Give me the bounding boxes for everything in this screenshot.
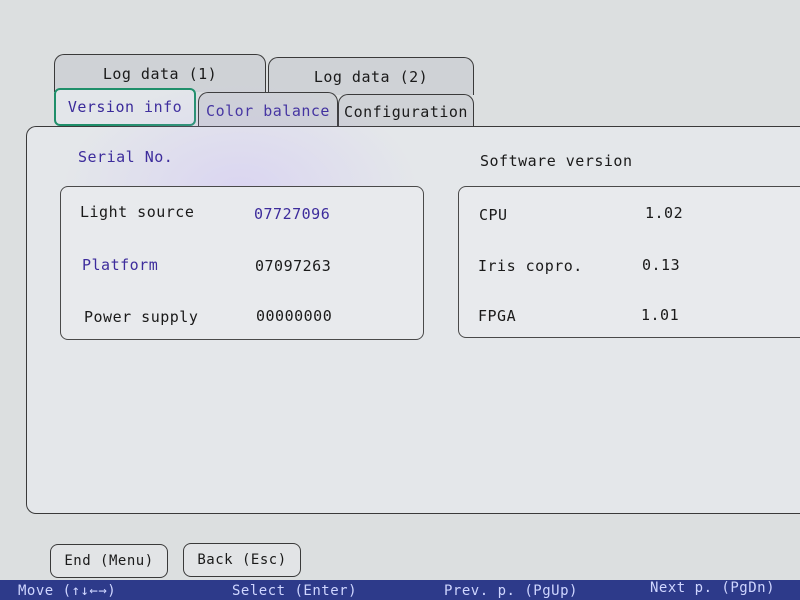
serial-row-value-power-supply: 00000000 (256, 307, 333, 325)
software-row-label-iris-copro: Iris copro. (478, 257, 583, 275)
software-row-label-fpga: FPGA (478, 307, 517, 325)
software-row-value-iris-copro: 0.13 (642, 256, 681, 274)
tab-configuration[interactable]: Configuration (338, 94, 474, 128)
tab-version-info[interactable]: Version info (54, 88, 196, 126)
status-bar: Move (↑↓←→) Select (Enter) Prev. p. (PgU… (0, 580, 800, 600)
serial-row-label-power-supply: Power supply (84, 308, 199, 326)
serial-row-value-platform: 07097263 (255, 257, 332, 275)
status-move-hint: Move (↑↓←→) (18, 583, 117, 599)
status-select-hint: Select (Enter) (232, 583, 358, 599)
software-row-value-cpu: 1.02 (645, 204, 684, 222)
back-esc-button-label: Back (Esc) (197, 552, 287, 568)
serial-row-label-light-source: Light source (80, 203, 195, 221)
tab-log-data-1-label: Log data (1) (102, 64, 218, 83)
tab-log-data-1[interactable]: Log data (1) (54, 54, 266, 92)
tab-log-data-2[interactable]: Log data (2) (268, 57, 474, 95)
end-menu-button[interactable]: End (Menu) (50, 544, 168, 578)
end-menu-button-label: End (Menu) (64, 553, 154, 569)
status-prev-page-hint: Prev. p. (PgUp) (444, 583, 578, 599)
serial-no-heading: Serial No. (78, 148, 174, 166)
tab-version-info-label: Version info (67, 98, 183, 116)
tab-configuration-label: Configuration (344, 102, 468, 121)
tab-color-balance-label: Color balance (206, 101, 330, 120)
status-next-page-hint: Next p. (PgDn) (650, 580, 776, 596)
software-row-value-fpga: 1.01 (641, 306, 680, 324)
tab-color-balance[interactable]: Color balance (198, 92, 338, 128)
tab-log-data-2-label: Log data (2) (313, 67, 429, 86)
software-row-label-cpu: CPU (479, 206, 508, 224)
serial-row-value-light-source: 07727096 (254, 205, 331, 223)
serial-row-label-platform: Platform (82, 256, 159, 274)
software-version-heading: Software version (480, 152, 633, 170)
back-esc-button[interactable]: Back (Esc) (183, 543, 301, 577)
